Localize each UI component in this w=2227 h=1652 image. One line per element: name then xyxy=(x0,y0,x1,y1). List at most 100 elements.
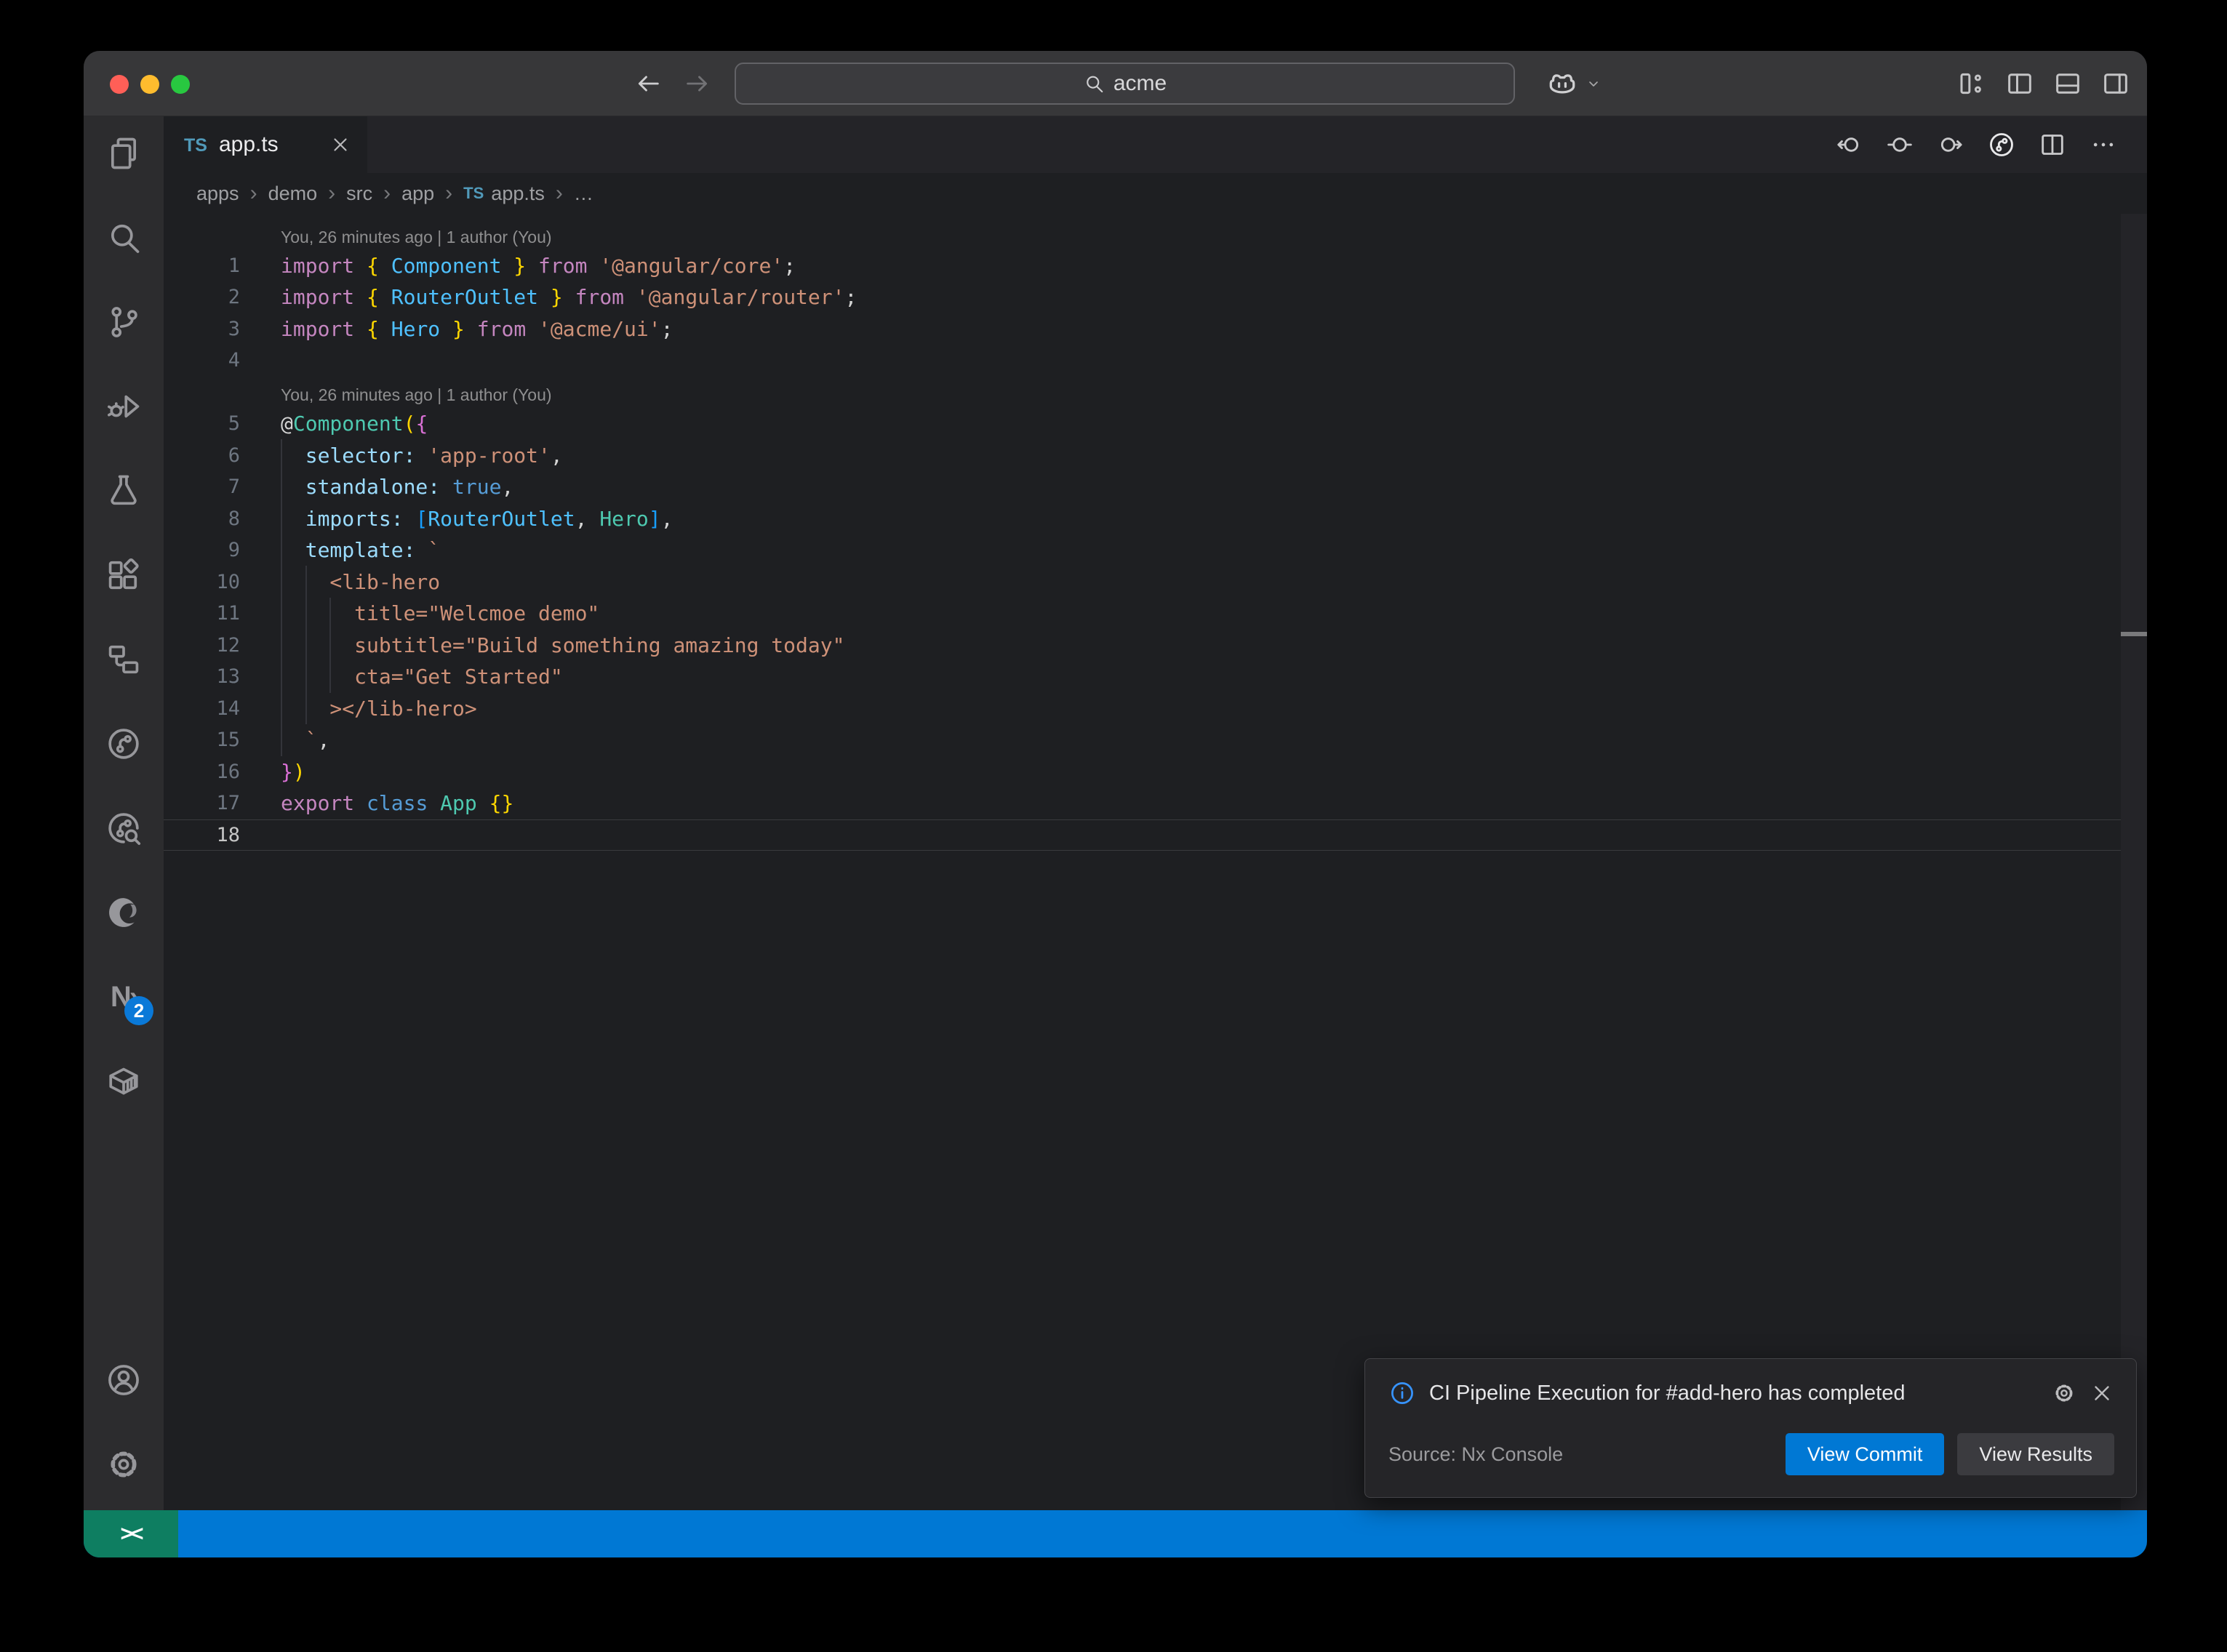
code-line: 8 imports: [RouterOutlet, Hero], xyxy=(164,503,2147,535)
breadcrumb-item[interactable]: TSapp.ts xyxy=(463,183,545,205)
breadcrumb-separator: › xyxy=(250,181,257,206)
activity-item-search[interactable] xyxy=(104,218,143,257)
tab-bar: TS app.ts xyxy=(164,116,2147,173)
search-icon xyxy=(1083,73,1105,95)
editor-actions xyxy=(1834,116,2118,173)
history-nav xyxy=(633,51,712,116)
activity-item-extensions[interactable] xyxy=(104,556,143,595)
toast-source: Source: Nx Console xyxy=(1388,1443,1563,1466)
code-line: 4 xyxy=(164,345,2147,377)
code-line: 9 template: ` xyxy=(164,534,2147,566)
code-line: 17export class App {} xyxy=(164,787,2147,819)
activity-item-containers[interactable] xyxy=(104,1062,143,1101)
line-number: 16 xyxy=(164,761,240,783)
line-number: 7 xyxy=(164,476,240,498)
prev-change-icon[interactable] xyxy=(1834,130,1863,159)
view-results-button[interactable]: View Results xyxy=(1957,1433,2114,1475)
layout-sidebar-icon[interactable] xyxy=(2004,68,2035,99)
activity-item-nx-console[interactable]: N›2 xyxy=(104,977,143,1017)
code-line: 18 xyxy=(164,819,2147,851)
layout-controls xyxy=(1956,51,2131,116)
code-line: 15 `, xyxy=(164,724,2147,756)
line-number: 5 xyxy=(164,412,240,435)
command-center-search[interactable]: acme xyxy=(735,63,1515,105)
line-number: 9 xyxy=(164,539,240,561)
traffic-light-minimize[interactable] xyxy=(140,75,159,94)
code-line: 5@Component({ xyxy=(164,408,2147,440)
vscode-window: acme N›2 TS app.ts apps›demo›src›app›TSa… xyxy=(84,51,2147,1557)
code-line: 13 cta="Get Started" xyxy=(164,661,2147,693)
customize-layout-icon[interactable] xyxy=(1956,68,1987,99)
remote-icon: >< xyxy=(120,1522,141,1547)
line-number: 14 xyxy=(164,697,240,720)
toast-buttons: View Commit View Results xyxy=(1786,1433,2114,1475)
code-line: 10 <lib-hero xyxy=(164,566,2147,598)
status-bar: >< xyxy=(84,1510,2147,1557)
more-icon[interactable] xyxy=(2089,130,2118,159)
activity-item-edge-tools[interactable] xyxy=(104,893,143,932)
breadcrumb-separator: › xyxy=(328,181,335,206)
editor-group: TS app.ts apps›demo›src›app›TSapp.ts›… Y… xyxy=(164,116,2147,1510)
scrollbar[interactable] xyxy=(2121,214,2147,1510)
activity-item-run-debug[interactable] xyxy=(104,387,143,426)
breadcrumb-item[interactable]: … xyxy=(574,183,593,205)
layout-panel-icon[interactable] xyxy=(2052,68,2083,99)
traffic-light-zoom[interactable] xyxy=(171,75,190,94)
activity-item-settings[interactable] xyxy=(104,1445,143,1484)
traffic-light-close[interactable] xyxy=(110,75,129,94)
activity-item-explorer[interactable] xyxy=(104,134,143,173)
split-editor-icon[interactable] xyxy=(2038,130,2067,159)
activity-item-testing[interactable] xyxy=(104,471,143,510)
activity-item-gitlens[interactable] xyxy=(104,724,143,763)
activity-bar-top: N›2 xyxy=(104,134,143,1101)
code-line: 7 standalone: true, xyxy=(164,471,2147,503)
breadcrumb-separator: › xyxy=(556,181,563,206)
line-number: 18 xyxy=(164,824,240,846)
line-number: 8 xyxy=(164,508,240,530)
remote-indicator[interactable]: >< xyxy=(84,1510,178,1557)
toast-close-icon[interactable] xyxy=(2090,1381,2114,1406)
copilot-menu[interactable] xyxy=(1546,51,1602,116)
activity-item-accounts[interactable] xyxy=(104,1360,143,1400)
line-number: 6 xyxy=(164,444,240,467)
indent-guide xyxy=(281,439,282,756)
typescript-file-icon: TS xyxy=(184,132,207,157)
activity-item-source-control[interactable] xyxy=(104,302,143,342)
line-number: 1 xyxy=(164,254,240,277)
indent-guide xyxy=(329,598,331,693)
breadcrumb-item[interactable]: apps xyxy=(196,183,239,205)
scrollbar-mark xyxy=(2121,632,2147,636)
line-number: 2 xyxy=(164,286,240,308)
commit-graph-icon[interactable] xyxy=(1987,130,2016,159)
code-line: 12 subtitle="Build something amazing tod… xyxy=(164,630,2147,662)
tab-close-icon[interactable] xyxy=(329,134,351,156)
codelens-annotation[interactable]: You, 26 minutes ago | 1 author (You) xyxy=(164,377,2147,409)
title-bar: acme xyxy=(84,51,2147,116)
code-editor[interactable]: You, 26 minutes ago | 1 author (You)1imp… xyxy=(164,214,2147,1510)
code-line: 1import { Component } from '@angular/cor… xyxy=(164,250,2147,282)
breadcrumb-item[interactable]: app xyxy=(401,183,434,205)
line-number: 17 xyxy=(164,792,240,814)
toast-settings-gear-icon[interactable] xyxy=(2052,1381,2076,1406)
tab-app-ts[interactable]: TS app.ts xyxy=(164,116,367,173)
compare-change-icon[interactable] xyxy=(1885,130,1914,159)
info-icon xyxy=(1388,1379,1416,1407)
activity-item-gitlens-inspect[interactable] xyxy=(104,809,143,848)
tab-label: app.ts xyxy=(219,132,279,157)
layout-secondary-icon[interactable] xyxy=(2100,68,2131,99)
forward-arrow-icon[interactable] xyxy=(683,69,712,98)
code-line: 6 selector: 'app-root', xyxy=(164,440,2147,472)
activity-item-hierarchy[interactable] xyxy=(104,640,143,679)
line-number: 4 xyxy=(164,349,240,372)
codelens-annotation[interactable]: You, 26 minutes ago | 1 author (You) xyxy=(164,218,2147,250)
view-commit-button[interactable]: View Commit xyxy=(1786,1433,1945,1475)
code-line: 11 title="Welcmoe demo" xyxy=(164,598,2147,630)
code-line: 2import { RouterOutlet } from '@angular/… xyxy=(164,281,2147,313)
breadcrumb-item[interactable]: demo xyxy=(268,183,318,205)
breadcrumb-item[interactable]: src xyxy=(346,183,372,205)
chevron-down-icon xyxy=(1585,75,1602,92)
code-line: 16}) xyxy=(164,756,2147,788)
back-arrow-icon[interactable] xyxy=(633,69,663,98)
breadcrumb-separator: › xyxy=(383,181,391,206)
next-change-icon[interactable] xyxy=(1936,130,1965,159)
